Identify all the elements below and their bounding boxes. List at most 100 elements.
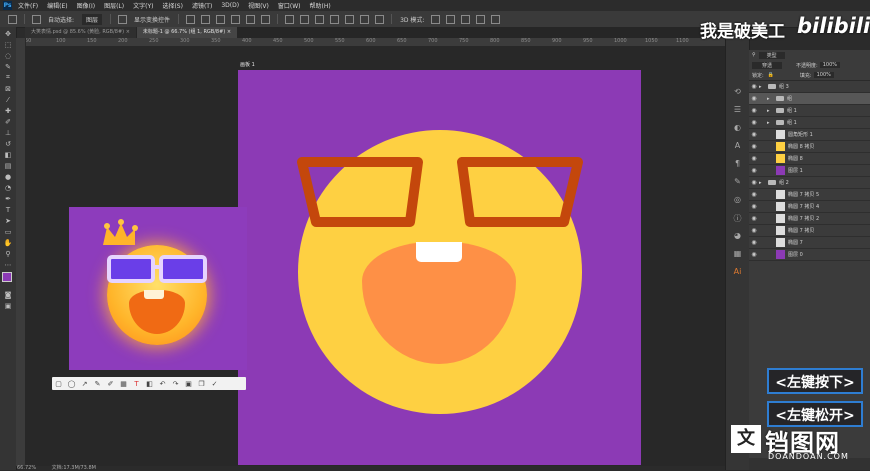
menu-layer[interactable]: 图层(L) xyxy=(104,1,124,10)
expand-arrow-icon[interactable]: ▸ xyxy=(767,108,773,114)
layer-group-row[interactable]: ◉ ▸ 组 3 xyxy=(749,81,870,93)
swatches-icon[interactable]: ▦ xyxy=(731,249,744,261)
hand-tool-icon[interactable]: ✋ xyxy=(3,238,13,247)
distribute-bottom-icon[interactable] xyxy=(315,14,325,24)
visibility-eye-icon[interactable]: ◉ xyxy=(749,227,759,234)
menu-view[interactable]: 视图(V) xyxy=(248,1,269,10)
layer-group-row[interactable]: ◉ ▸ 组 xyxy=(749,93,870,105)
fill-field[interactable]: 100% xyxy=(813,72,834,78)
close-icon[interactable]: × xyxy=(227,29,231,35)
distribute-top-icon[interactable] xyxy=(285,14,295,24)
type-tool-icon[interactable]: T xyxy=(3,205,13,214)
align-left-icon[interactable] xyxy=(231,14,241,24)
healing-brush-tool-icon[interactable]: ✚ xyxy=(3,106,13,115)
gradient-tool-icon[interactable]: ▤ xyxy=(3,161,13,170)
properties-icon[interactable]: ☰ xyxy=(731,105,744,117)
layer-name[interactable]: 圆角矩形 1 xyxy=(788,131,813,138)
layer-name[interactable]: 椭圆 7 拷贝 2 xyxy=(788,215,819,222)
mosaic-icon[interactable]: ▦ xyxy=(117,378,130,389)
undo-icon[interactable]: ↶ xyxy=(156,378,169,389)
close-icon[interactable]: × xyxy=(126,29,130,35)
3d-roll-icon[interactable] xyxy=(446,14,456,24)
layer-row[interactable]: ◉ 图层 1 xyxy=(749,165,870,177)
layer-name[interactable]: 组 1 xyxy=(787,107,797,114)
eyedropper-tool-icon[interactable]: ⁄ xyxy=(3,95,13,104)
show-transform-checkbox[interactable] xyxy=(118,14,128,24)
visibility-eye-icon[interactable]: ◉ xyxy=(749,95,759,102)
layer-name[interactable]: 椭圆 7 xyxy=(788,239,803,246)
layer-name[interactable]: 椭圆 7 拷贝 5 xyxy=(788,191,819,198)
frame-tool-icon[interactable]: ⊠ xyxy=(3,84,13,93)
clone-stamp-tool-icon[interactable]: ⊥ xyxy=(3,128,13,137)
layer-row[interactable]: ◉ 图层 0 xyxy=(749,249,870,261)
rectangle-icon[interactable]: ▢ xyxy=(52,378,65,389)
document-tab[interactable]: 大笑表情.psd @ 85.6% (黄脸, RGB/8#) × xyxy=(25,27,136,38)
layer-name[interactable]: 组 xyxy=(787,95,792,102)
visibility-eye-icon[interactable]: ◉ xyxy=(749,131,759,138)
visibility-eye-icon[interactable]: ◉ xyxy=(749,143,759,150)
shape-tool-icon[interactable]: ▭ xyxy=(3,227,13,236)
tooth-shape[interactable] xyxy=(416,242,462,262)
blend-mode-dropdown[interactable]: 穿透 xyxy=(752,61,783,69)
ellipse-icon[interactable]: ◯ xyxy=(65,378,78,389)
brush-tool-icon[interactable]: ✐ xyxy=(3,117,13,126)
brush-settings-icon[interactable]: ✎ xyxy=(731,177,744,189)
arrow-icon[interactable]: ↗ xyxy=(78,378,91,389)
align-top-icon[interactable] xyxy=(186,14,196,24)
visibility-eye-icon[interactable]: ◉ xyxy=(749,251,759,258)
lasso-tool-icon[interactable]: ◌ xyxy=(3,51,13,60)
3d-rotate-icon[interactable] xyxy=(431,14,441,24)
align-right-icon[interactable] xyxy=(261,14,271,24)
visibility-eye-icon[interactable]: ◉ xyxy=(749,107,759,114)
document-tab-active[interactable]: 未标题-1 @ 66.7% (组 1, RGB/8#) × xyxy=(136,27,238,38)
layer-row[interactable]: ◉ 椭圆 8 拷贝 xyxy=(749,141,870,153)
channels-icon[interactable]: ◎ xyxy=(731,195,744,207)
path-select-tool-icon[interactable]: ➤ xyxy=(3,216,13,225)
3d-scale-icon[interactable] xyxy=(491,14,501,24)
menu-file[interactable]: 文件(F) xyxy=(18,1,38,10)
eraser-tool-icon[interactable]: ◧ xyxy=(3,150,13,159)
layer-row[interactable]: ◉ 椭圆 7 拷贝 xyxy=(749,225,870,237)
layer-name[interactable]: 组 1 xyxy=(787,119,797,126)
quick-mask-icon[interactable]: ◙ xyxy=(3,290,13,299)
layer-row[interactable]: ◉ 椭圆 7 拷贝 4 xyxy=(749,201,870,213)
layer-name[interactable]: 椭圆 8 xyxy=(788,155,803,162)
auto-align-icon[interactable] xyxy=(375,14,385,24)
layer-name[interactable]: 图层 1 xyxy=(788,167,803,174)
menu-edit[interactable]: 编辑(E) xyxy=(47,1,67,10)
layer-name[interactable]: 组 2 xyxy=(779,179,789,186)
quick-select-tool-icon[interactable]: ✎ xyxy=(3,62,13,71)
opacity-field[interactable]: 100% xyxy=(819,62,840,68)
layer-row[interactable]: ◉ 椭圆 8 xyxy=(749,153,870,165)
menu-filter[interactable]: 滤镜(T) xyxy=(192,1,212,10)
visibility-eye-icon[interactable]: ◉ xyxy=(749,203,759,210)
visibility-eye-icon[interactable]: ◉ xyxy=(749,119,759,126)
layer-group-row[interactable]: ◉ ▸ 组 1 xyxy=(749,117,870,129)
ai-panel-icon[interactable]: Ai xyxy=(731,267,744,279)
layer-name[interactable]: 组 3 xyxy=(779,83,789,90)
document-info[interactable]: 文档:17.3M/73.8M xyxy=(52,465,96,471)
visibility-eye-icon[interactable]: ◉ xyxy=(749,191,759,198)
redo-icon[interactable]: ↷ xyxy=(169,378,182,389)
3d-slide-icon[interactable] xyxy=(476,14,486,24)
blur-tool-icon[interactable]: ● xyxy=(3,172,13,181)
document-canvas[interactable] xyxy=(238,70,641,465)
layer-group-row[interactable]: ◉ ▸ 组 1 xyxy=(749,105,870,117)
distribute-vcenter-icon[interactable] xyxy=(300,14,310,24)
visibility-eye-icon[interactable]: ◉ xyxy=(749,179,759,186)
dodge-tool-icon[interactable]: ◔ xyxy=(3,183,13,192)
character-icon[interactable]: A xyxy=(731,141,744,153)
layer-row[interactable]: ◉ 椭圆 7 拷贝 2 xyxy=(749,213,870,225)
visibility-eye-icon[interactable]: ◉ xyxy=(749,155,759,162)
info-icon[interactable]: ⓘ xyxy=(731,213,744,225)
layer-row[interactable]: ◉ 椭圆 7 xyxy=(749,237,870,249)
foreground-color-swatch[interactable] xyxy=(2,272,12,282)
menu-window[interactable]: 窗口(W) xyxy=(278,1,301,10)
distribute-right-icon[interactable] xyxy=(360,14,370,24)
distribute-hcenter-icon[interactable] xyxy=(345,14,355,24)
visibility-eye-icon[interactable]: ◉ xyxy=(749,167,759,174)
paragraph-icon[interactable]: ¶ xyxy=(731,159,744,171)
visibility-eye-icon[interactable]: ◉ xyxy=(749,83,759,90)
adjustments-icon[interactable]: ◐ xyxy=(731,123,744,135)
pencil-icon[interactable]: ✎ xyxy=(91,378,104,389)
